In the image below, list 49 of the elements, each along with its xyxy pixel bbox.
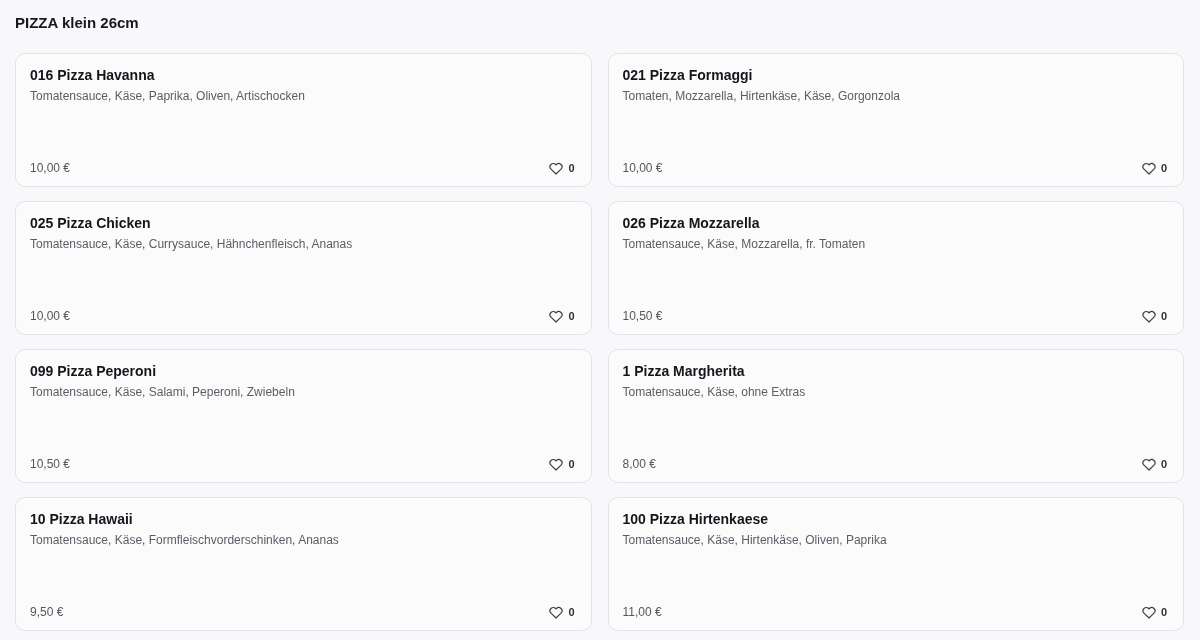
item-description: Tomatensauce, Käse, Hirtenkäse, Oliven, Paprika [622,532,887,548]
like-button[interactable]: 0 [1141,161,1167,175]
heart-icon [549,605,564,619]
heart-icon [549,309,564,323]
item-description: Tomatensauce, Käse, ohne Extras [622,384,806,400]
menu-item-card[interactable]: 100 Pizza Hirtenkaese Tomatensauce, Käse, Hirtenkäse, Oliven, Paprika 11,00 € 0 [607,497,1184,631]
heart-icon [549,161,564,175]
heart-icon [1141,457,1156,471]
menu-item-card[interactable]: 1 Pizza Margherita Tomatensauce, Käse, ohne Extras 8,00 € 0 [607,349,1184,483]
like-button[interactable]: 0 [1141,605,1167,619]
item-price: 8,00 € [622,456,656,472]
item-description: Tomatensauce, Käse, Paprika, Oliven, Artischocken [30,88,305,104]
item-price: 10,00 € [30,308,71,324]
item-name: 025 Pizza Chicken [30,214,151,232]
menu-item-card[interactable]: 10 Pizza Hawaii Tomatensauce, Käse, Formfleischvorderschinken, Ananas 9,50 € 0 [15,497,592,631]
item-name: 021 Pizza Formaggi [622,66,753,84]
heart-icon [1141,309,1156,323]
heart-icon [1141,605,1156,619]
item-name: 10 Pizza Hawaii [30,510,133,528]
menu-item-card[interactable]: 099 Pizza Peperoni Tomatensauce, Käse, Salami, Peperoni, Zwiebeln 10,50 € 0 [15,349,592,483]
like-button[interactable]: 0 [549,309,575,323]
like-button[interactable]: 0 [1141,457,1167,471]
item-price: 11,00 € [622,604,662,620]
like-button[interactable]: 0 [549,161,575,175]
like-button[interactable]: 0 [1141,309,1167,323]
item-price: 10,00 € [30,160,71,176]
menu-item-card[interactable]: 021 Pizza Formaggi Tomaten, Mozzarella, Hirtenkäse, Käse, Gorgonzola 10,00 € 0 [607,53,1184,187]
item-name: 100 Pizza Hirtenkaese [622,510,769,528]
menu-item-card[interactable]: 016 Pizza Havanna Tomatensauce, Käse, Paprika, Oliven, Artischocken 10,00 € 0 [15,53,592,187]
heart-icon [1141,161,1156,175]
heart-icon [549,457,564,471]
like-button[interactable]: 0 [549,457,575,471]
item-description: Tomatensauce, Käse, Formfleischvorderschinken, Ananas [30,532,339,548]
item-description: Tomatensauce, Käse, Salami, Peperoni, Zwiebeln [30,384,295,400]
like-button[interactable]: 0 [549,605,575,619]
item-name: 099 Pizza Peperoni [30,362,157,380]
item-description: Tomatensauce, Käse, Currysauce, Hähnchenfleisch, Ananas [30,236,353,252]
item-price: 10,50 € [622,308,663,324]
item-name: 1 Pizza Margherita [622,362,745,380]
item-price: 10,00 € [622,160,663,176]
category-heading: PIZZA klein 26cm [15,13,140,33]
item-description: Tomaten, Mozzarella, Hirtenkäse, Käse, Gorgonzola [622,88,900,104]
item-name: 016 Pizza Havanna [30,66,155,84]
menu-item-card[interactable]: 026 Pizza Mozzarella Tomatensauce, Käse, Mozzarella, fr. Tomaten 10,50 € 0 [607,201,1184,335]
item-description: Tomatensauce, Käse, Mozzarella, fr. Tomaten [622,236,866,252]
item-price: 10,50 € [30,456,71,472]
item-name: 026 Pizza Mozzarella [622,214,760,232]
item-price: 9,50 € [30,604,64,620]
menu-item-card[interactable]: 025 Pizza Chicken Tomatensauce, Käse, Currysauce, Hähnchenfleisch, Ananas 10,00 € 0 [15,201,592,335]
